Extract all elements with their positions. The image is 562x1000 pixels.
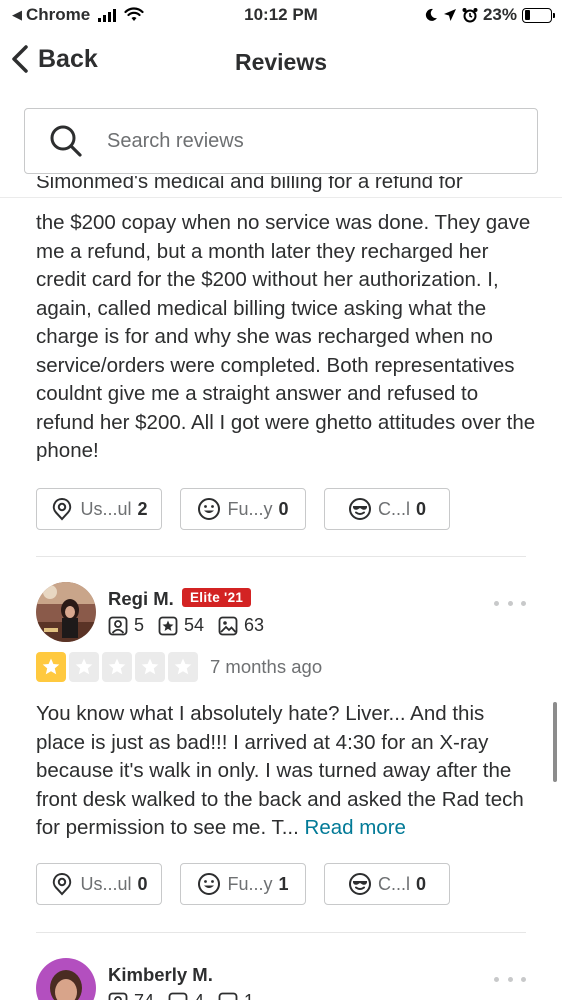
smile-icon: [198, 873, 221, 895]
avatar[interactable]: [36, 958, 96, 1000]
scrollbar[interactable]: [553, 702, 557, 782]
search-input[interactable]: [107, 129, 487, 153]
dot-icon: [494, 977, 499, 982]
sunglasses-icon: [348, 498, 371, 520]
status-right: 23%: [424, 5, 555, 25]
more-options-button[interactable]: [494, 601, 526, 606]
review-text: the $200 copay when no service was done.…: [36, 211, 536, 462]
star-icon: [168, 652, 198, 682]
photos-count: 63: [244, 615, 265, 635]
funny-button[interactable]: Fu...y 1: [180, 863, 306, 905]
review-body: You know what I absolutely hate? Liver..…: [36, 702, 524, 839]
reviewer-name[interactable]: Kimberly M.: [108, 964, 213, 986]
sunglasses-icon: [348, 873, 371, 895]
photos-icon: [218, 616, 238, 635]
useful-button[interactable]: Us...ul 0: [36, 863, 162, 905]
reaction-label: Us...ul: [80, 498, 132, 519]
reaction-label: Fu...y: [227, 498, 273, 519]
reaction-label: Fu...y: [227, 873, 273, 894]
reaction-count: 1: [278, 873, 289, 894]
elite-badge: Elite '21: [182, 588, 252, 607]
useful-button[interactable]: Us...ul 2: [36, 488, 162, 530]
photos-count: 1: [244, 991, 254, 1000]
reaction-count: 0: [137, 873, 148, 894]
reviews-count: 54: [184, 615, 205, 635]
funny-button[interactable]: Fu...y 0: [180, 488, 306, 530]
reaction-count: 2: [137, 498, 148, 519]
cool-button[interactable]: C...l 0: [324, 863, 450, 905]
smile-icon: [198, 498, 221, 520]
reaction-count: 0: [278, 498, 289, 519]
reaction-count: 0: [416, 873, 427, 894]
battery-percent: 23%: [482, 5, 517, 24]
reaction-count: 0: [416, 498, 427, 519]
cool-button[interactable]: C...l 0: [324, 488, 450, 530]
battery-icon: [522, 7, 555, 23]
dot-icon: [507, 977, 513, 982]
dot-icon: [521, 601, 526, 606]
more-options-button[interactable]: [494, 977, 526, 982]
reaction-buttons: Us...ul 0 Fu...y 1 C...l 0: [36, 863, 450, 905]
lightbulb-icon: [53, 872, 72, 896]
location-arrow-icon: [443, 9, 456, 21]
photos-icon: [218, 992, 238, 1000]
reviews-count: 4: [194, 991, 204, 1000]
star-icon: [102, 652, 132, 682]
star-icon: [135, 652, 165, 682]
reviews-star-icon: [158, 616, 178, 635]
search-icon: [49, 124, 83, 158]
read-more-link[interactable]: Read more: [305, 816, 406, 839]
avatar[interactable]: [36, 582, 96, 642]
reaction-label: Us...ul: [80, 873, 132, 894]
reaction-label: C...l: [377, 498, 410, 519]
reaction-label: C...l: [377, 873, 410, 894]
star-icon: [36, 652, 66, 682]
review-date: 7 months ago: [210, 656, 323, 677]
reviewer-stats: 5 54 63: [108, 615, 274, 636]
search-box[interactable]: [24, 108, 538, 174]
reaction-buttons: Us...ul 2 Fu...y 0 C...l 0: [36, 488, 450, 530]
dot-icon: [494, 601, 499, 606]
dot-icon: [507, 601, 513, 606]
friends-icon: [108, 992, 128, 1000]
review-divider: [36, 932, 526, 933]
lightbulb-icon: [53, 497, 72, 521]
friends-count: 5: [134, 615, 145, 635]
moon-icon: [425, 8, 437, 21]
page-title: Reviews: [234, 49, 328, 75]
dot-icon: [521, 977, 526, 982]
alarm-icon: [462, 8, 478, 23]
friends-count: 74: [134, 991, 154, 1000]
friends-icon: [108, 616, 128, 635]
star-icon: [69, 652, 99, 682]
nav-bar: Back Reviews: [0, 38, 562, 90]
reviews-star-icon: [168, 992, 188, 1000]
review-text-clipped: Simonmed's medical and billing for a ref…: [36, 176, 463, 193]
reviewer-stats: 74 4 1: [108, 991, 264, 1000]
review-text: You know what I absolutely hate? Liver..…: [36, 700, 536, 843]
reviewer-name[interactable]: Regi M.: [108, 588, 174, 610]
review-divider: [36, 556, 526, 557]
star-rating: [36, 652, 198, 682]
status-bar: ◀ Chrome 10:12 PM 23%: [0, 0, 562, 32]
